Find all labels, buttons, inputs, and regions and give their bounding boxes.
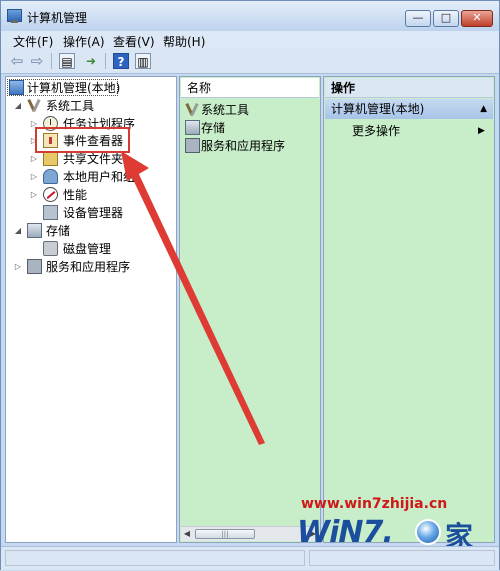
- status-bar: [1, 546, 499, 570]
- status-segment: [5, 550, 305, 566]
- computer-management-window: 计算机管理 — □ ✕ 文件(F) 操作(A) 查看(V) 帮助(H) ⇦ ⇨ …: [0, 0, 500, 570]
- status-segment: [309, 550, 495, 566]
- windows-orb-icon: [415, 519, 441, 545]
- annotation-arrow: [121, 151, 265, 445]
- watermark-url: www.win7zhijia.cn: [301, 496, 448, 512]
- watermark-logo-text: WiN7.: [297, 515, 394, 550]
